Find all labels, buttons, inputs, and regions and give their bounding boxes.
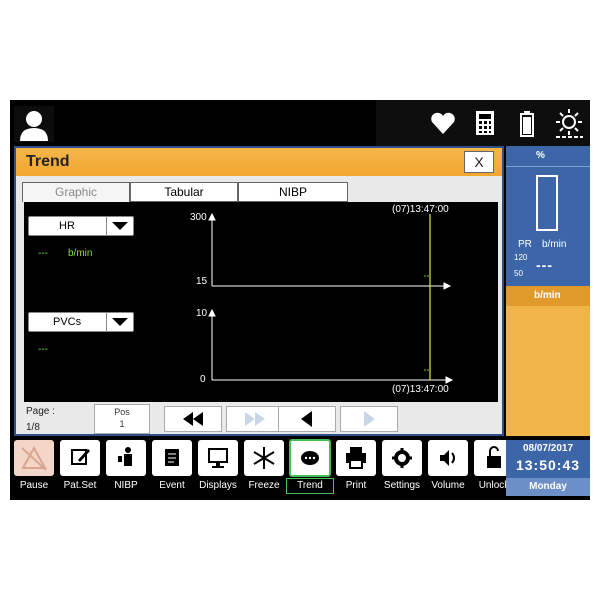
tab-nibp[interactable]: NIBP: [238, 182, 348, 202]
monitor-screen: Trend X Graphic Tabular NIBP HR --- b/mi…: [10, 100, 590, 500]
rewind-button[interactable]: [164, 406, 222, 432]
pos-box[interactable]: Pos 1: [94, 404, 150, 434]
datetime-panel: 08/07/2017 13:50:43 Monday: [506, 440, 590, 496]
page-bar: Page : 1/8 Pos 1: [16, 404, 502, 436]
event-icon: [152, 440, 192, 476]
nibp-icon: [106, 440, 146, 476]
trend-button[interactable]: Trend: [286, 439, 334, 496]
print-label: Print: [345, 480, 367, 491]
step-forward-button[interactable]: [340, 406, 398, 432]
displays-label: Displays: [199, 480, 237, 491]
settings-label: Settings: [383, 480, 421, 491]
tab-tabular[interactable]: Tabular: [130, 182, 238, 202]
event-button[interactable]: Event: [152, 440, 192, 496]
pr-unit: b/min: [542, 239, 567, 250]
spo2-panel[interactable]: PR b/min 120 50 ---: [506, 166, 590, 287]
trend-dialog: Trend X Graphic Tabular NIBP HR --- b/mi…: [14, 146, 504, 436]
edit-icon: [60, 440, 100, 476]
trend-axes: [208, 212, 454, 384]
hr-panel[interactable]: b/min: [506, 286, 590, 436]
dialog-title-bar: Trend X: [16, 148, 502, 176]
hr-panel-header: b/min: [506, 286, 590, 306]
battery-icon: [512, 108, 542, 138]
fast-forward-button[interactable]: [226, 406, 284, 432]
pause-button[interactable]: Pause: [14, 440, 54, 496]
brightness-icon[interactable]: [554, 108, 584, 138]
nibp-button[interactable]: NIBP: [106, 440, 146, 496]
displays-button[interactable]: Displays: [198, 440, 238, 496]
display-icon: [198, 440, 238, 476]
pos-value: 1: [119, 419, 125, 429]
nibp-label: NIBP: [114, 480, 138, 491]
volume-label: Volume: [431, 480, 465, 491]
tab-graphic[interactable]: Graphic: [22, 182, 130, 202]
event-label: Event: [159, 480, 185, 491]
page-value: 1/8: [26, 422, 40, 433]
pause-label: Pause: [19, 480, 49, 491]
pr-label: PR: [518, 239, 532, 250]
step-back-button[interactable]: [278, 406, 336, 432]
freeze-button[interactable]: Freeze: [244, 440, 284, 496]
pause-alarm-icon: [14, 440, 54, 476]
pr-value: ---: [536, 257, 553, 273]
hr-panel-unit: b/min: [534, 290, 561, 301]
spo2-header: %: [506, 146, 590, 166]
pr-high-limit: 120: [514, 253, 528, 262]
close-button[interactable]: X: [464, 151, 494, 173]
trend-icon: [289, 439, 331, 477]
freeze-label: Freeze: [248, 480, 280, 491]
patient-setup-label: Pat.Set: [63, 480, 97, 491]
day-text: Monday: [506, 478, 590, 496]
pos-label: Pos: [114, 407, 130, 417]
spo2-bar: [536, 175, 558, 231]
trend-graph: HR --- b/min PVCs --- 300 15 10 0 (07)13…: [24, 202, 498, 402]
pr-low-limit: 50: [514, 269, 523, 278]
freeze-icon: [244, 440, 284, 476]
gear-icon: [382, 440, 422, 476]
print-icon: [336, 440, 376, 476]
date-text: 08/07/2017: [522, 443, 574, 454]
heart-icon[interactable]: [428, 108, 458, 138]
print-button[interactable]: Print: [336, 440, 376, 496]
right-panel: % PR b/min 120 50 --- b/min: [506, 146, 590, 436]
top-bar: [10, 100, 590, 146]
dialog-title: Trend: [26, 153, 70, 170]
volume-icon: [428, 440, 468, 476]
volume-button[interactable]: Volume: [428, 440, 468, 496]
patient-setup-button[interactable]: Pat.Set: [60, 440, 100, 496]
page-label: Page :: [26, 406, 55, 417]
user-avatar-icon[interactable]: [14, 106, 54, 142]
bottom-bar: Pause Pat.Set NIBP Event Displays Freeze…: [10, 436, 590, 500]
settings-button[interactable]: Settings: [382, 440, 422, 496]
calculator-icon[interactable]: [470, 108, 500, 138]
spo2-unit: %: [536, 150, 545, 161]
trend-label: Trend: [297, 480, 323, 491]
time-text: 13:50:43: [515, 457, 581, 473]
